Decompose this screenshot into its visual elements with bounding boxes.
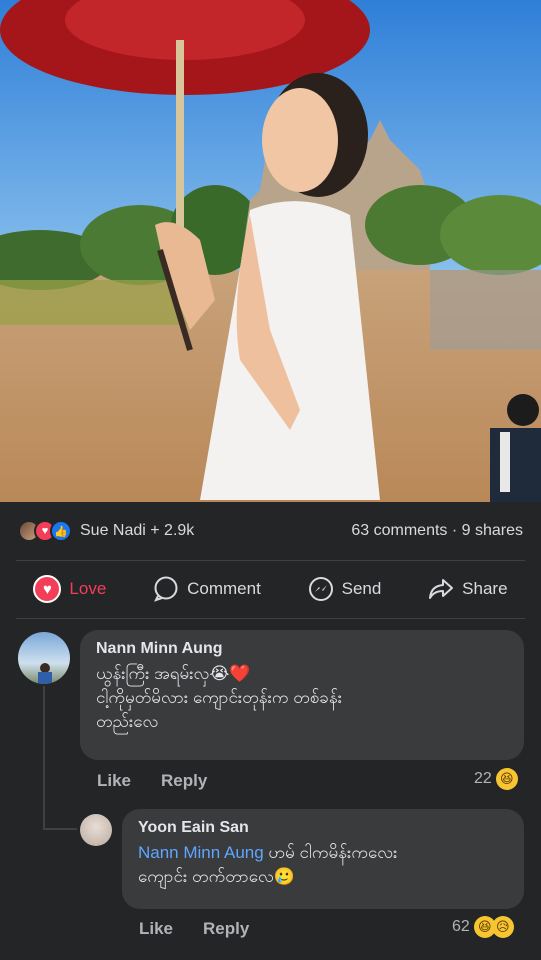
reply-comment-button[interactable]: Reply — [161, 771, 207, 791]
like-reaction-icon: 👍 — [50, 520, 72, 542]
send-label: Send — [341, 579, 382, 598]
sad-emoji-icon: 😥 — [491, 916, 514, 938]
mention-link[interactable]: Nann Minn Aung — [138, 843, 264, 862]
reaction-count: 22 — [474, 770, 492, 787]
comment-bubble[interactable]: Nann Minn Aung ယွန်းကြီး အရမ်းလှ😭❤️ ငါ့က… — [80, 630, 524, 760]
thread-line — [43, 686, 45, 830]
love-label: Love — [69, 579, 107, 598]
comment-text-line: ယွန်းကြီး အရမ်းလှ😭❤️ — [96, 664, 251, 683]
post-photo[interactable] — [0, 0, 541, 502]
reply-text-line: ကျောင်း တက်တာလေ🥲 — [138, 867, 296, 886]
like-reply-button[interactable]: Like — [139, 919, 173, 939]
comment-author[interactable]: Nann Minn Aung — [96, 640, 508, 658]
comments-shares-count[interactable]: 63 comments · 9 shares — [351, 522, 523, 540]
comment-meta: Like Reply — [97, 771, 207, 791]
divider — [16, 618, 525, 619]
post-actions: ♥ Love Comment Send Share — [0, 562, 541, 616]
commenter-avatar[interactable] — [18, 632, 70, 684]
share-label: Share — [462, 579, 508, 598]
share-icon — [429, 579, 454, 599]
replier-avatar[interactable] — [80, 814, 112, 846]
like-comment-button[interactable]: Like — [97, 771, 131, 791]
thread-line — [43, 828, 77, 830]
reply-author[interactable]: Yoon Eain San — [138, 819, 508, 837]
reply-text: ဟမ် ငါကမိန်းကလေး — [263, 843, 398, 862]
comment-icon — [154, 576, 178, 602]
reaction-count: 62 — [452, 918, 470, 935]
love-button[interactable]: ♥ Love — [33, 575, 106, 603]
laughing-emoji-icon: 😆 — [495, 768, 518, 790]
comment-label: Comment — [187, 579, 261, 598]
comment-reaction-count[interactable]: 22 😆 — [474, 768, 518, 790]
share-button[interactable]: Share — [428, 577, 508, 601]
divider — [16, 560, 525, 561]
reply-reply-button[interactable]: Reply — [203, 919, 249, 939]
love-icon: ♥ — [33, 575, 62, 603]
reply-bubble[interactable]: Yoon Eain San Nann Minn Aung ဟမ် ငါကမိန်… — [122, 809, 524, 909]
comment-button[interactable]: Comment — [153, 576, 261, 602]
send-button[interactable]: Send — [308, 576, 382, 602]
reply-text-line: Nann Minn Aung ဟမ် ငါကမိန်းကလေး — [138, 841, 508, 865]
reply-meta: Like Reply — [139, 919, 249, 939]
reply-reaction-count[interactable]: 62 😆 😥 — [452, 916, 514, 938]
reaction-icons: ♥ 👍 — [18, 520, 72, 542]
reactions-summary[interactable]: ♥ 👍 Sue Nadi + 2.9k 63 comments · 9 shar… — [0, 502, 541, 560]
comment-text-line: ငါ့ကိုမှတ်မိလား ကျောင်းတုန်းက တစ်ခန်း — [96, 688, 343, 707]
reactions-text[interactable]: Sue Nadi + 2.9k — [80, 522, 194, 540]
comment-text-line: တည်းလေ — [96, 712, 159, 731]
messenger-icon — [308, 577, 333, 601]
